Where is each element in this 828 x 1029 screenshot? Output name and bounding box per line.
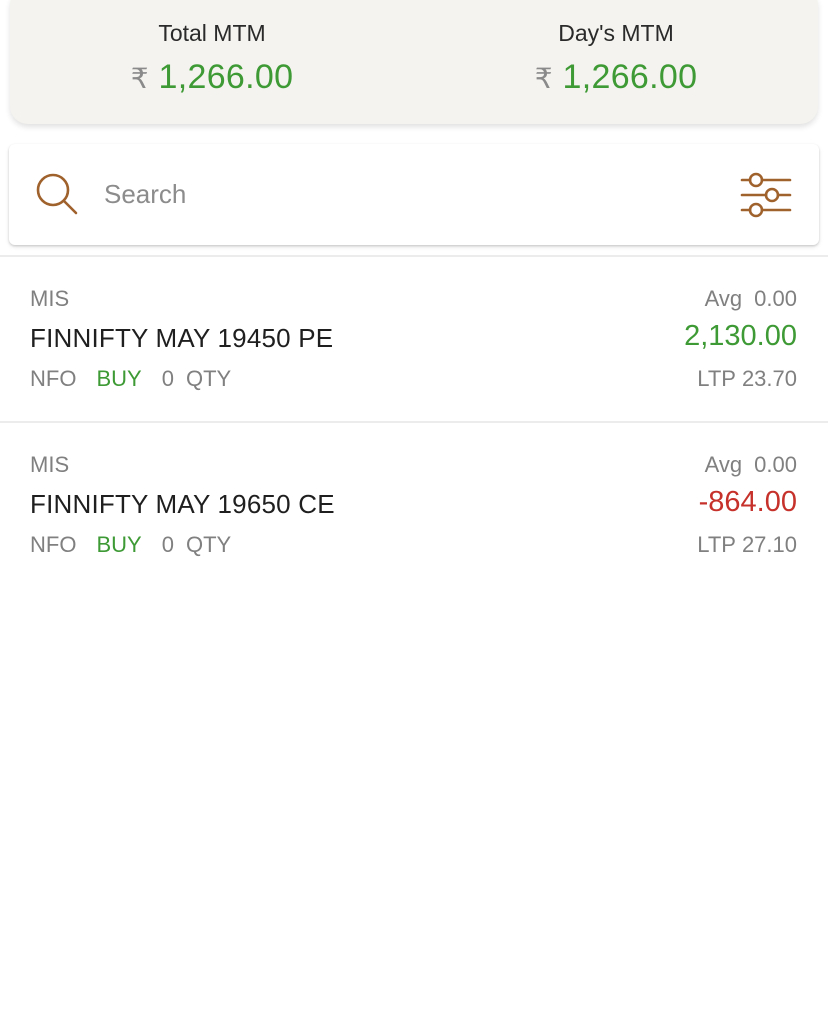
search-bar [9, 144, 819, 245]
rupee-icon: ₹ [534, 62, 553, 95]
position-row[interactable]: MIS FINNIFTY MAY 19450 PE NFO BUY 0 QTY Avg… [0, 258, 828, 422]
days-mtm-label: Day's MTM [558, 20, 674, 46]
avg-value: 0.00 [754, 286, 797, 311]
product-type: MIS [30, 286, 70, 311]
instrument-symbol: FINNIFTY MAY 19650 CE [30, 489, 335, 519]
avg-label: Avg [704, 452, 743, 477]
sliders-icon[interactable] [740, 172, 792, 218]
list-divider [0, 255, 828, 257]
exchange-label: NFO [30, 532, 77, 557]
days-mtm-value: 1,266.00 [562, 58, 698, 96]
total-mtm-value-row: ₹1,266.00 [10, 58, 414, 97]
days-mtm-value-row: ₹1,266.00 [414, 58, 818, 97]
qty-label: QTY [185, 532, 232, 557]
rupee-icon: ₹ [130, 62, 149, 95]
search-icon[interactable] [35, 172, 79, 216]
ltp: LTP 27.10 [697, 532, 797, 558]
qty-value: 0 [161, 366, 174, 391]
avg-value: 0.00 [754, 452, 797, 477]
positions-screen: Total MTM ₹1,266.00 Day's MTM ₹1,266.00 [0, 0, 828, 1029]
instrument-symbol: FINNIFTY MAY 19450 PE [30, 323, 334, 353]
list-divider [0, 421, 828, 423]
position-row[interactable]: MIS FINNIFTY MAY 19650 CE NFO BUY 0 QTY Avg… [0, 424, 828, 588]
total-mtm-label: Total MTM [158, 20, 266, 46]
ltp-label: LTP [697, 532, 736, 557]
position-meta: NFO BUY 0 QTY [30, 366, 231, 392]
total-mtm-value: 1,266.00 [158, 58, 294, 96]
ltp: LTP 23.70 [697, 366, 797, 392]
ltp-value: 27.10 [741, 532, 797, 557]
side-label: BUY [96, 366, 142, 391]
qty-label: QTY [185, 366, 232, 391]
position-meta: NFO BUY 0 QTY [30, 532, 231, 558]
search-input[interactable] [104, 174, 664, 214]
side-label: BUY [96, 532, 142, 557]
ltp-value: 23.70 [741, 366, 797, 391]
mtm-summary-card: Total MTM ₹1,266.00 Day's MTM ₹1,266.00 [10, 0, 818, 124]
product-type: MIS [30, 452, 70, 477]
qty-value: 0 [161, 532, 174, 557]
pnl-value: 2,130.00 [684, 320, 797, 352]
days-mtm-block: Day's MTM ₹1,266.00 [414, 0, 818, 124]
avg-label: Avg [704, 286, 743, 311]
avg-price: Avg 0.00 [705, 452, 797, 478]
exchange-label: NFO [30, 366, 77, 391]
avg-price: Avg 0.00 [705, 286, 797, 312]
pnl-value: -864.00 [698, 486, 797, 518]
ltp-label: LTP [697, 366, 736, 391]
total-mtm-block: Total MTM ₹1,266.00 [10, 0, 414, 124]
